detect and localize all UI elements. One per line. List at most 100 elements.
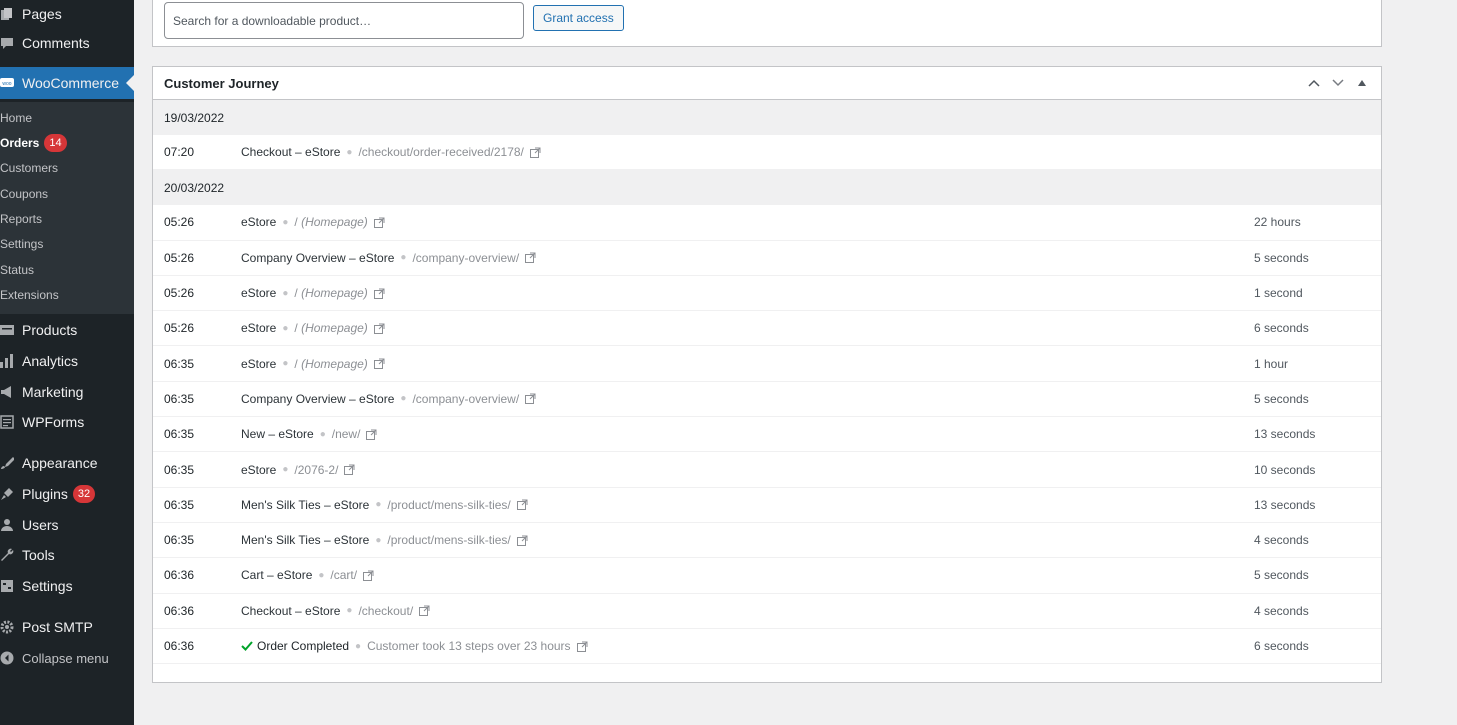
journey-page: Checkout – eStore ● /checkout/order-receiv… <box>241 145 541 159</box>
journey-row: 06:35 Men's Silk Ties – eStore ● /product/m… <box>153 488 1381 523</box>
journey-duration: 4 seconds <box>1254 533 1309 548</box>
menu-item-appearance[interactable]: Appearance <box>0 449 134 477</box>
move-down-icon[interactable] <box>1330 75 1346 91</box>
path-text: /checkout/ <box>358 603 414 618</box>
external-link-icon[interactable] <box>525 393 536 405</box>
journey-time: 07:20 <box>164 145 195 160</box>
journey-time: 05:26 <box>164 250 195 265</box>
external-link-icon[interactable] <box>373 288 385 299</box>
external-link-icon[interactable] <box>516 499 528 511</box>
journey-page: eStore ● / (Homepage) <box>241 286 385 300</box>
journey-page-title: eStore <box>241 215 277 230</box>
journey-page-path: /company-overview/ <box>412 392 519 406</box>
admin-sidebar: Pages Comments woo WooCommerce Home Orde… <box>0 0 134 725</box>
journey-page-title: New – eStore <box>241 427 314 442</box>
journey-page: eStore ● / (Homepage) <box>241 357 385 371</box>
journey-page: Men's Silk Ties – eStore ● /product/mens-s… <box>241 498 528 512</box>
external-link-icon[interactable] <box>373 358 385 370</box>
journey-page-path: /2076-2/ <box>294 463 338 477</box>
journey-page-path: /checkout/order-received/2178/ <box>358 145 523 159</box>
journey-page-title: Company Overview – eStore <box>241 391 395 406</box>
orders-count-badge: 14 <box>44 134 67 152</box>
external-link-icon[interactable] <box>516 535 528 546</box>
journey-page-path: Customer took 13 steps over 23 hours <box>367 639 570 653</box>
submenu-item-reports[interactable]: Reports <box>0 208 42 230</box>
path-text: /2076-2/ <box>294 462 339 477</box>
external-link-icon[interactable] <box>366 429 377 440</box>
separator-dot: ● <box>319 428 326 440</box>
menu-item-tools[interactable]: Tools <box>0 541 134 569</box>
submenu-item-settings[interactable]: Settings <box>0 233 43 255</box>
journey-duration: 4 seconds <box>1254 603 1309 618</box>
journey-duration: 5 seconds <box>1254 391 1309 406</box>
menu-item-comments[interactable]: Comments <box>0 29 134 57</box>
submenu-label: Reports <box>0 212 43 226</box>
journey-duration: 1 second <box>1254 286 1303 301</box>
external-link-icon[interactable] <box>419 605 430 617</box>
grant-access-button[interactable]: Grant access <box>533 5 624 31</box>
journey-row: 05:26 eStore ● / (Homepage) 1 second <box>153 276 1381 312</box>
journey-page-path: /product/mens-silk-ties/ <box>387 533 510 547</box>
journey-time: 06:36 <box>164 639 195 653</box>
journey-row: 06:35 Company Overview – eStore ● /company-… <box>153 382 1381 418</box>
journey-duration: 10 seconds <box>1254 462 1316 477</box>
menu-item-label: Settings <box>22 578 73 594</box>
submenu-item-customers[interactable]: Customers <box>0 157 58 179</box>
path-text: Customer took 13 steps over 23 hours <box>367 639 571 653</box>
menu-item-pages[interactable]: Pages <box>0 0 134 28</box>
tools-icon <box>0 548 14 562</box>
journey-row: 07:20 Checkout – eStore ● /checkout/order-r… <box>153 135 1381 171</box>
journey-page-title: eStore <box>241 462 277 477</box>
path-text: /new/ <box>331 427 361 442</box>
separator-dot: ● <box>346 146 353 158</box>
menu-item-settings[interactable]: Settings <box>0 572 134 600</box>
journey-page: New – eStore ● /new/ <box>241 427 377 441</box>
collapse-menu-button[interactable]: Collapse menu <box>0 644 134 672</box>
path-text: /product/mens-silk-ties/ <box>387 497 511 512</box>
move-up-icon[interactable] <box>1306 75 1322 91</box>
submenu-label: Status <box>0 263 35 277</box>
submenu-item-coupons[interactable]: Coupons <box>0 183 48 205</box>
external-link-icon[interactable] <box>373 323 385 334</box>
submenu-label: Orders <box>0 136 40 150</box>
menu-item-label: Marketing <box>22 384 84 400</box>
journey-time: 06:35 <box>164 391 195 406</box>
journey-page: eStore ● /2076-2/ <box>241 463 355 477</box>
external-link-icon[interactable] <box>344 464 355 476</box>
toggle-panel-icon[interactable] <box>1354 75 1370 91</box>
menu-item-label: Collapse menu <box>22 650 109 666</box>
menu-item-plugins[interactable]: Plugins 32 <box>0 480 134 508</box>
menu-item-post-smtp[interactable]: Post SMTP <box>0 613 134 641</box>
journey-duration: 22 hours <box>1254 215 1301 230</box>
menu-item-users[interactable]: Users <box>0 511 134 539</box>
external-link-icon[interactable] <box>576 641 588 652</box>
downloadable-products-panel: Grant access <box>152 0 1382 47</box>
journey-page-path: / (Homepage) <box>294 357 367 371</box>
journey-page-title: Men's Silk Ties – eStore <box>241 533 370 548</box>
journey-row: 05:26 eStore ● / (Homepage) 22 hours <box>153 205 1381 241</box>
downloadable-product-search-input[interactable] <box>164 2 524 39</box>
customer-journey-header: Customer Journey <box>153 67 1381 100</box>
menu-item-products[interactable]: Products <box>0 316 134 344</box>
plugins-update-badge: 32 <box>72 485 96 503</box>
external-link-icon[interactable] <box>373 217 385 228</box>
journey-page-path: /new/ <box>332 427 361 441</box>
submenu-item-orders[interactable]: Orders 14 <box>0 132 67 154</box>
submenu-item-status[interactable]: Status <box>0 259 34 281</box>
menu-item-label: Products <box>22 322 78 338</box>
external-link-icon[interactable] <box>363 570 374 581</box>
journey-time: 06:36 <box>164 603 195 618</box>
menu-item-woocommerce[interactable]: woo WooCommerce <box>0 67 134 99</box>
submenu-item-extensions[interactable]: Extensions <box>0 284 59 306</box>
external-link-icon[interactable] <box>525 252 536 264</box>
journey-row: 05:26 Company Overview – eStore ● /company-… <box>153 241 1381 276</box>
comments-icon <box>0 36 14 50</box>
journey-page: Order Completed ● Customer took 13 steps o… <box>241 639 588 653</box>
submenu-item-home[interactable]: Home <box>0 107 32 129</box>
menu-item-analytics[interactable]: Analytics <box>0 347 134 375</box>
external-link-icon[interactable] <box>529 147 541 158</box>
menu-item-marketing[interactable]: Marketing <box>0 378 134 406</box>
journey-time: 06:35 <box>164 533 195 548</box>
menu-item-wpforms[interactable]: WPForms <box>0 408 134 436</box>
journey-page-path: /company-overview/ <box>412 251 519 265</box>
